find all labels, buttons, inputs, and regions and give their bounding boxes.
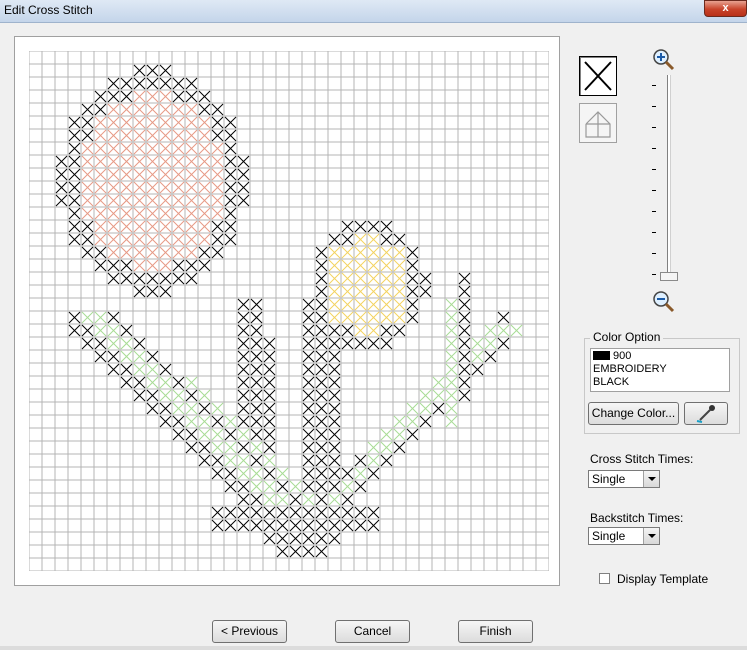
zoom-tick [652, 148, 656, 149]
zoom-tick [652, 211, 656, 212]
color-line-3: BLACK [593, 376, 630, 388]
cross-stitch-times-label: Cross Stitch Times: [590, 452, 694, 466]
zoom-in-icon[interactable] [651, 47, 675, 71]
color-option-label: Color Option [590, 330, 664, 344]
title-bar: Edit Cross Stitch x [0, 0, 747, 23]
color-swatch [593, 351, 610, 360]
zoom-tick [652, 169, 656, 170]
chevron-down-icon[interactable] [643, 528, 659, 544]
backstitch-tool-button[interactable] [579, 103, 617, 143]
backstitch-times-select[interactable]: Single [588, 527, 660, 545]
stitch-grid[interactable] [29, 51, 549, 571]
eyedropper-icon [696, 405, 715, 423]
cross-stitch-tool-button[interactable] [579, 56, 617, 96]
color-list-item[interactable]: 900 [593, 350, 727, 363]
cancel-button[interactable]: Cancel [335, 620, 410, 643]
stitch-canvas-frame [14, 36, 560, 586]
zoom-slider-thumb[interactable] [660, 272, 678, 281]
color-list[interactable]: 900 EMBROIDERY BLACK [590, 348, 730, 392]
display-template-checkbox[interactable] [599, 573, 610, 584]
finish-button[interactable]: Finish [458, 620, 533, 643]
cross-stitch-icon [584, 61, 612, 91]
bottom-edge [0, 646, 747, 650]
previous-button[interactable]: < Previous [212, 620, 287, 643]
color-line-2: EMBROIDERY [593, 363, 667, 375]
eyedropper-button[interactable] [684, 402, 728, 425]
zoom-tick [652, 232, 656, 233]
window-title: Edit Cross Stitch [4, 3, 93, 17]
zoom-slider-track[interactable] [667, 75, 671, 280]
close-icon: x [722, 2, 729, 14]
chevron-down-icon[interactable] [643, 471, 659, 487]
zoom-out-icon[interactable] [651, 289, 675, 313]
display-template-label: Display Template [617, 572, 709, 586]
zoom-tick [652, 253, 656, 254]
zoom-tick [652, 85, 656, 86]
backstitch-icon [585, 111, 611, 138]
backstitch-times-label: Backstitch Times: [590, 511, 684, 525]
zoom-tick [652, 106, 656, 107]
zoom-tick [652, 127, 656, 128]
zoom-tick [652, 274, 656, 275]
change-color-button[interactable]: Change Color... [588, 402, 679, 425]
close-button[interactable]: x [704, 0, 747, 17]
zoom-tick [652, 190, 656, 191]
cross-stitch-times-select[interactable]: Single [588, 470, 660, 488]
